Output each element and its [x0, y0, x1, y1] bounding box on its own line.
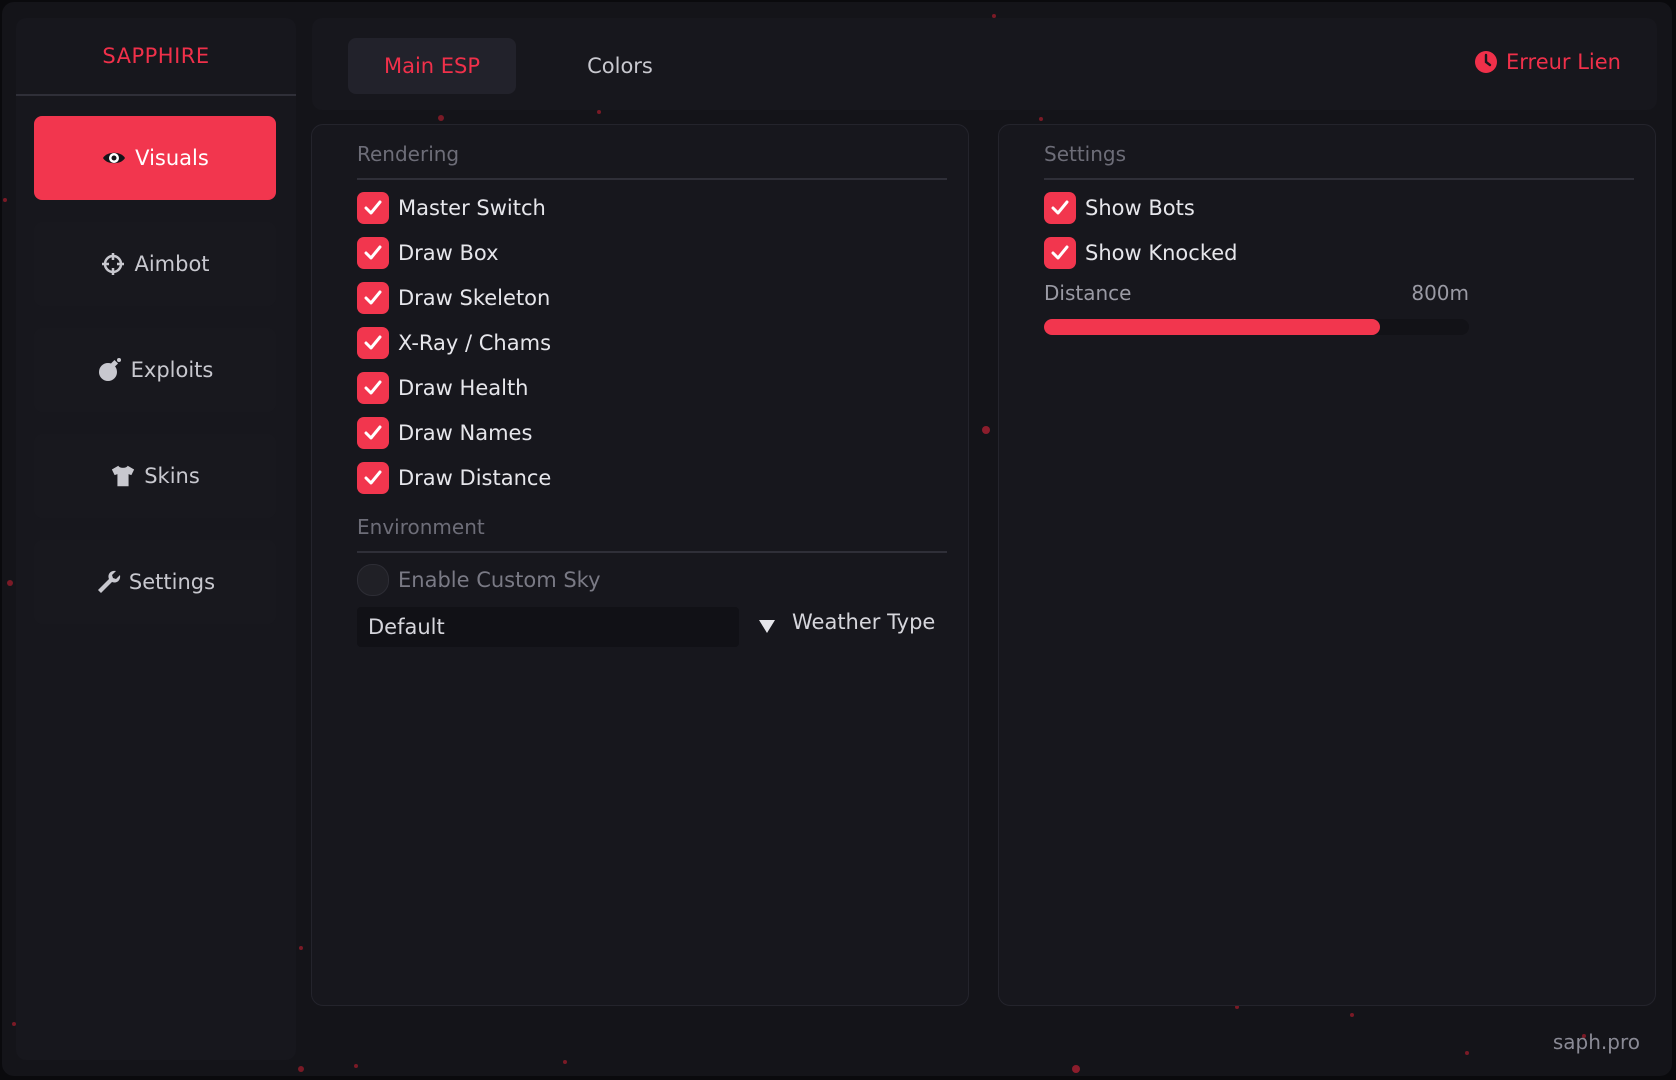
check-icon[interactable] [1044, 237, 1076, 269]
app-window: SAPPHIRE Visuals Aimbot Exploits Skins S… [2, 2, 1672, 1076]
checkbox-draw-distance[interactable]: Draw Distance [357, 461, 551, 495]
tab-main-esp[interactable]: Main ESP [348, 38, 516, 94]
checkbox-draw-names[interactable]: Draw Names [357, 416, 532, 450]
background-particle [7, 580, 13, 586]
sidebar-item-skins[interactable]: Skins [34, 434, 276, 518]
check-icon[interactable] [357, 327, 389, 359]
unchecked-box[interactable] [357, 564, 389, 596]
check-icon[interactable] [357, 282, 389, 314]
checkbox-label: Draw Skeleton [398, 286, 551, 310]
checkbox-label: Draw Health [398, 376, 529, 400]
footer-site: saph.pro [1552, 1030, 1640, 1054]
checkbox-label: X-Ray / Chams [398, 331, 552, 355]
check-icon[interactable] [357, 192, 389, 224]
chevron-down-icon[interactable] [756, 615, 778, 637]
divider [1044, 178, 1634, 180]
top-bar: Main ESP Colors Erreur Lien [312, 18, 1657, 110]
check-icon[interactable] [357, 417, 389, 449]
check-icon[interactable] [1044, 192, 1076, 224]
connection-status: Erreur Lien [1474, 44, 1621, 80]
divider [16, 94, 296, 96]
background-particle [563, 1060, 567, 1064]
app-logo: SAPPHIRE [102, 44, 210, 68]
checkbox-draw-skeleton[interactable]: Draw Skeleton [357, 281, 550, 315]
sidebar-item-label: Skins [144, 464, 200, 488]
background-particle [354, 1064, 358, 1068]
background-particle [1072, 1065, 1080, 1073]
settings-panel: Settings Show Bots Show Knocked Distance… [998, 124, 1656, 1006]
bomb-icon [97, 357, 123, 383]
sidebar-item-exploits[interactable]: Exploits [34, 328, 276, 412]
rendering-panel: Rendering Master Switch Draw Box Draw Sk… [311, 124, 969, 1006]
divider [357, 178, 947, 180]
sidebar-item-settings[interactable]: Settings [34, 540, 276, 624]
checkbox-label: Draw Box [398, 241, 499, 265]
wrench-icon [95, 569, 121, 595]
checkbox-draw-health[interactable]: Draw Health [357, 371, 528, 405]
sidebar-item-label: Aimbot [134, 252, 210, 276]
distance-slider-fill[interactable] [1044, 319, 1380, 335]
checkbox-xray-chams[interactable]: X-Ray / Chams [357, 326, 551, 360]
crosshair-icon [100, 251, 126, 277]
sidebar: SAPPHIRE Visuals Aimbot Exploits Skins S… [16, 18, 296, 1060]
sidebar-item-aimbot[interactable]: Aimbot [34, 222, 276, 306]
divider [357, 551, 947, 553]
background-particle [1039, 117, 1043, 121]
checkbox-label: Show Bots [1085, 196, 1195, 220]
shirt-icon [110, 463, 136, 489]
checkbox-show-bots[interactable]: Show Bots [1044, 191, 1195, 225]
background-particle [597, 110, 601, 114]
section-title-rendering: Rendering [357, 142, 460, 166]
background-particle [1350, 1013, 1354, 1017]
distance-value: 800m [1411, 281, 1469, 305]
weather-type-dropdown[interactable]: Default [357, 607, 739, 647]
section-title-settings: Settings [1044, 142, 1127, 166]
sidebar-item-label: Visuals [135, 146, 209, 170]
checkbox-show-knocked[interactable]: Show Knocked [1044, 236, 1237, 270]
checkbox-label: Draw Names [398, 421, 533, 445]
checkbox-master-switch[interactable]: Master Switch [357, 191, 546, 225]
check-icon[interactable] [357, 237, 389, 269]
background-particle [299, 946, 303, 950]
section-title-environment: Environment [357, 515, 485, 539]
checkbox-enable-custom-sky[interactable]: Enable Custom Sky [357, 563, 601, 597]
checkbox-label: Draw Distance [398, 466, 552, 490]
background-particle [3, 198, 7, 202]
background-particle [438, 115, 444, 121]
checkbox-label: Master Switch [398, 196, 546, 220]
distance-label: Distance [1044, 281, 1132, 305]
eye-icon [101, 145, 127, 171]
background-particle [298, 1066, 304, 1072]
check-icon[interactable] [357, 372, 389, 404]
distance-slider[interactable] [1044, 319, 1469, 335]
checkbox-draw-box[interactable]: Draw Box [357, 236, 499, 270]
status-label: Erreur Lien [1505, 50, 1621, 74]
sidebar-item-visuals[interactable]: Visuals [34, 116, 276, 200]
background-particle [982, 426, 990, 434]
clock-icon [1474, 50, 1498, 74]
check-icon[interactable] [357, 462, 389, 494]
checkbox-label: Show Knocked [1085, 241, 1238, 265]
tab-colors[interactable]: Colors [536, 38, 704, 94]
weather-type-label: Weather Type [792, 610, 936, 634]
background-particle [1465, 1051, 1469, 1055]
checkbox-label: Enable Custom Sky [398, 568, 601, 592]
sidebar-item-label: Exploits [130, 358, 214, 382]
sidebar-item-label: Settings [128, 570, 216, 594]
